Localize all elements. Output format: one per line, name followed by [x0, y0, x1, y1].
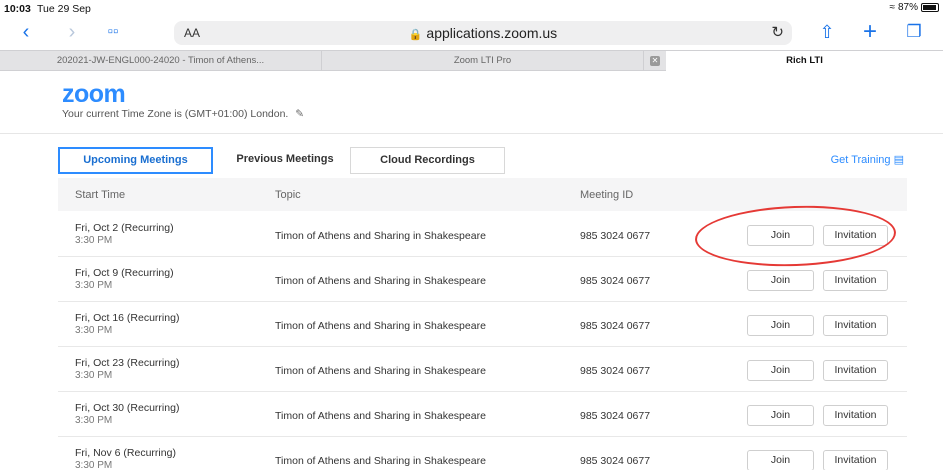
- invitation-button[interactable]: Invitation: [823, 315, 888, 336]
- meeting-date: Fri, Oct 9 (Recurring): [75, 267, 174, 279]
- column-meeting-id: Meeting ID: [580, 189, 634, 201]
- tabs-overview-icon[interactable]: ❐: [902, 21, 926, 43]
- join-button[interactable]: Join: [747, 225, 814, 246]
- meeting-id: 985 3024 0677: [580, 320, 651, 332]
- meeting-date: Fri, Oct 16 (Recurring): [75, 312, 180, 324]
- join-button[interactable]: Join: [747, 450, 814, 470]
- table-row: Fri, Oct 2 (Recurring) 3:30 PM Timon of …: [58, 212, 907, 257]
- meeting-time: 3:30 PM: [75, 415, 113, 426]
- zoom-logo: zoom: [62, 80, 126, 108]
- forward-icon[interactable]: ›: [60, 21, 84, 43]
- timezone-notice: Your current Time Zone is (GMT+01:00) Lo…: [62, 108, 304, 120]
- browser-tab-strip: 202021-JW-ENGL000-24020 - Timon of Athen…: [0, 50, 943, 71]
- back-icon[interactable]: ‹: [14, 21, 38, 43]
- clock: 10:03: [4, 3, 31, 15]
- tab-upcoming-meetings[interactable]: Upcoming Meetings: [58, 147, 213, 174]
- invitation-button[interactable]: Invitation: [823, 405, 888, 426]
- table-row: Fri, Oct 30 (Recurring) 3:30 PM Timon of…: [58, 392, 907, 437]
- meeting-topic: Timon of Athens and Sharing in Shakespea…: [275, 230, 486, 242]
- join-button[interactable]: Join: [747, 405, 814, 426]
- lock-icon: 🔒: [408, 29, 423, 41]
- join-button[interactable]: Join: [747, 315, 814, 336]
- address-bar[interactable]: AA 🔒 applications.zoom.us ↻: [174, 21, 792, 45]
- new-tab-icon[interactable]: +: [858, 20, 882, 44]
- meeting-topic: Timon of Athens and Sharing in Shakespea…: [275, 410, 486, 422]
- join-button[interactable]: Join: [747, 270, 814, 291]
- browser-toolbar: ‹ › ▫▫ AA 🔒 applications.zoom.us ↻ ⇧ + ❐: [0, 18, 943, 48]
- url-text: applications.zoom.us: [426, 25, 558, 41]
- column-topic: Topic: [275, 189, 301, 201]
- invitation-button[interactable]: Invitation: [823, 450, 888, 470]
- battery-icon: [921, 3, 939, 12]
- meeting-id: 985 3024 0677: [580, 410, 651, 422]
- meeting-time: 3:30 PM: [75, 280, 113, 291]
- meeting-id: 985 3024 0677: [580, 365, 651, 377]
- meeting-date: Fri, Oct 23 (Recurring): [75, 357, 180, 369]
- battery-percent: 87%: [897, 2, 918, 13]
- meeting-topic: Timon of Athens and Sharing in Shakespea…: [275, 365, 486, 377]
- close-icon[interactable]: ✕: [650, 56, 660, 66]
- get-training-link[interactable]: Get Training ▤: [831, 153, 904, 166]
- meeting-id: 985 3024 0677: [580, 275, 651, 287]
- wifi-icon: ≈: [889, 2, 895, 13]
- column-start-time: Start Time: [75, 189, 126, 201]
- meeting-date: Fri, Oct 30 (Recurring): [75, 402, 180, 414]
- reload-icon[interactable]: ↻: [771, 23, 784, 41]
- tab-rich-lti[interactable]: Rich LTI: [666, 51, 943, 71]
- tab-close-button[interactable]: ✕: [644, 51, 666, 71]
- meeting-id: 985 3024 0677: [580, 455, 651, 467]
- date: Tue 29 Sep: [37, 3, 91, 15]
- meeting-time: 3:30 PM: [75, 235, 113, 246]
- table-row: Fri, Oct 23 (Recurring) 3:30 PM Timon of…: [58, 347, 907, 392]
- status-bar: 10:03 Tue 29 Sep ≈ 87%: [0, 0, 943, 18]
- meeting-topic: Timon of Athens and Sharing in Shakespea…: [275, 455, 486, 467]
- tab-cloud-recordings[interactable]: Cloud Recordings: [350, 147, 505, 174]
- timezone-text: Your current Time Zone is (GMT+01:00) Lo…: [62, 108, 289, 120]
- edit-pencil-icon[interactable]: ✎: [295, 108, 304, 120]
- tab-zoom-lti-pro[interactable]: Zoom LTI Pro: [322, 51, 644, 71]
- meeting-id: 985 3024 0677: [580, 230, 651, 242]
- invitation-button[interactable]: Invitation: [823, 270, 888, 291]
- meeting-topic: Timon of Athens and Sharing in Shakespea…: [275, 275, 486, 287]
- meeting-topic: Timon of Athens and Sharing in Shakespea…: [275, 320, 486, 332]
- tab-previous-meetings[interactable]: Previous Meetings: [220, 147, 350, 174]
- table-row: Fri, Oct 16 (Recurring) 3:30 PM Timon of…: [58, 302, 907, 347]
- table-row: Fri, Nov 6 (Recurring) 3:30 PM Timon of …: [58, 437, 907, 470]
- training-icon: ▤: [893, 154, 904, 166]
- meeting-time: 3:30 PM: [75, 325, 113, 336]
- meeting-date: Fri, Oct 2 (Recurring): [75, 222, 174, 234]
- invitation-button[interactable]: Invitation: [823, 225, 888, 246]
- meeting-time: 3:30 PM: [75, 370, 113, 381]
- join-button[interactable]: Join: [747, 360, 814, 381]
- meeting-time: 3:30 PM: [75, 460, 113, 470]
- status-indicators: ≈ 87%: [889, 2, 939, 13]
- share-icon[interactable]: ⇧: [815, 21, 839, 43]
- tab-course[interactable]: 202021-JW-ENGL000-24020 - Timon of Athen…: [0, 51, 322, 71]
- table-header: Start Time Topic Meeting ID: [58, 178, 907, 211]
- bookmarks-icon[interactable]: ▫▫: [101, 21, 125, 43]
- table-row: Fri, Oct 9 (Recurring) 3:30 PM Timon of …: [58, 257, 907, 302]
- invitation-button[interactable]: Invitation: [823, 360, 888, 381]
- divider: [0, 133, 943, 134]
- meeting-date: Fri, Nov 6 (Recurring): [75, 447, 176, 459]
